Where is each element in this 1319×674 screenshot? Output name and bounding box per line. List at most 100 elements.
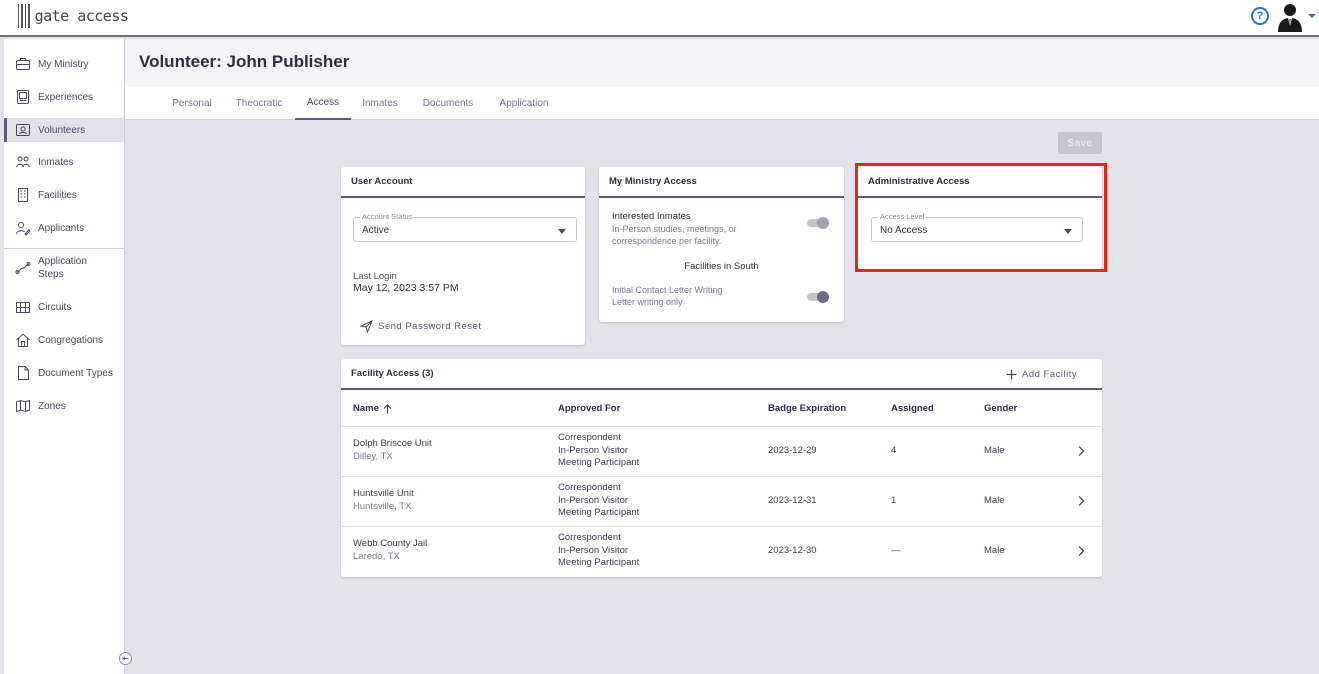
column-header-badge-expiration[interactable]: Badge Expiration [768,403,846,414]
letter-writing-title: Initial Contact Letter Writing [612,285,723,295]
facilities-note: Facilities in South [684,261,759,272]
letter-writing-toggle[interactable] [805,291,829,303]
chevron-right-icon[interactable] [1075,545,1087,557]
sidebar-item-label: Applicants [38,222,85,234]
people-icon [16,156,30,168]
user-edit-icon [16,222,31,236]
save-button[interactable]: Save [1058,132,1102,154]
sidebar-item-applicants[interactable]: Applicants [4,220,124,236]
last-login-label: Last Login [353,271,397,282]
tab-access[interactable]: Access [295,87,351,120]
sidebar-item-congregations[interactable]: Congregations [4,332,124,348]
account-status-select[interactable]: Account Status Active [353,212,577,242]
user-avatar[interactable] [1275,2,1305,32]
send-icon [360,319,373,333]
row-divider [341,526,1102,527]
grid-building-icon [16,302,30,313]
sidebar-item-label: My Ministry [38,58,89,70]
tabs-bar: Personal Theocratic Access Inmates Docum… [125,87,1319,120]
sidebar-item-my-ministry[interactable]: My Ministry [4,56,124,72]
select-legend: Account Status [360,212,415,221]
select-value: Active [362,225,390,236]
house-icon [16,333,30,347]
app-logo[interactable]: gate access [18,3,129,29]
facility-location: Dilley, TX [353,451,393,462]
gender: Male [984,545,1005,556]
sidebar-item-zones[interactable]: Zones [4,398,124,414]
sidebar-item-label: Congregations [38,334,104,346]
column-header-approved-for[interactable]: Approved For [558,403,620,414]
add-facility-button[interactable]: Add Facility [1006,367,1077,381]
map-icon [16,399,30,413]
avatar-dropdown-caret-icon[interactable] [1308,14,1316,18]
sidebar-item-circuits[interactable]: Circuits [4,299,124,315]
toggle-knob [817,291,829,303]
approved-item: In-Person Visitor [558,444,629,456]
tab-application[interactable]: Application [495,87,553,120]
highlight-box [855,163,1107,272]
top-bar: gate access ? [0,0,1319,37]
building-icon [18,188,28,202]
approved-item: Correspondent [558,532,621,543]
toggle-knob [817,217,829,229]
approved-item: In-Person Visitor [558,544,629,556]
sidebar-item-label: Volunteers [38,124,86,136]
logo-text: gate access [34,7,129,25]
row-divider [341,426,1102,427]
document-icon [18,366,29,380]
interested-inmates-title: Interested Inmates [612,211,691,222]
chevron-right-icon[interactable] [1075,495,1087,507]
help-icon[interactable]: ? [1251,7,1269,25]
assigned-count: — [891,545,901,556]
facility-name: Huntsville Unit [353,488,414,499]
badge-expiration: 2023-12-30 [768,545,817,556]
collapse-left-icon[interactable]: ⇤ [119,652,132,665]
sidebar-item-label: Experiences [38,91,94,103]
gender: Male [984,495,1005,506]
approved-item: Meeting Participant [558,557,640,568]
album-icon [17,90,29,104]
sidebar-item-document-types[interactable]: Document Types [4,365,124,381]
card-title: Facility Access (3) [341,359,1102,390]
assigned-count: 1 [891,495,897,506]
plus-icon [1006,369,1017,379]
approved-item: Meeting Participant [558,507,640,518]
send-password-reset-label: Send Password Reset [378,320,482,332]
facility-name: Webb County Jail [353,538,428,549]
assigned-count: 4 [891,445,897,456]
sidebar-item-volunteers[interactable]: Volunteers [4,118,124,142]
column-header-assigned[interactable]: Assigned [891,403,934,414]
last-login-value: May 12, 2023 3:57 PM [353,282,459,294]
sidebar-item-inmates[interactable]: Inmates [4,154,124,170]
facility-location: Laredo, TX [353,551,400,562]
sidebar-item-facilities[interactable]: Facilities [4,187,124,203]
interested-inmates-desc: In-Person studies, meetings, or [612,224,737,234]
interested-inmates-toggle[interactable] [805,217,829,229]
approved-item: Correspondent [558,482,621,493]
briefcase-icon [16,58,30,70]
tab-theocratic[interactable]: Theocratic [233,87,285,120]
column-header-name[interactable]: Name [353,403,392,414]
tab-inmates[interactable]: Inmates [359,87,401,120]
approved-item: Meeting Participant [558,457,640,468]
page-title: Volunteer: John Publisher [139,52,350,71]
sidebar-item-experiences[interactable]: Experiences [4,89,124,105]
sidebar-item-application-steps[interactable]: Application Steps [4,255,124,281]
approved-item: In-Person Visitor [558,494,629,506]
gender: Male [984,445,1005,456]
card-title: User Account [341,167,585,198]
sidebar-item-label: Facilities [38,189,77,201]
page-header: Volunteer: John Publisher [125,39,1319,87]
letter-writing-desc: Letter writing only [612,297,683,307]
interested-inmates-desc: correspondence per facility. [612,236,722,246]
steps-icon [15,262,31,274]
column-header-gender[interactable]: Gender [984,403,1017,414]
sidebar: My Ministry Experiences Volunteers Inmat… [4,39,125,674]
chevron-right-icon[interactable] [1075,445,1087,457]
sidebar-divider [4,248,124,249]
sidebar-item-label: Circuits [38,301,72,313]
badge-icon [16,124,30,136]
tab-personal[interactable]: Personal [169,87,215,120]
send-password-reset-button[interactable]: Send Password Reset [360,319,482,333]
tab-documents[interactable]: Documents [420,87,476,120]
